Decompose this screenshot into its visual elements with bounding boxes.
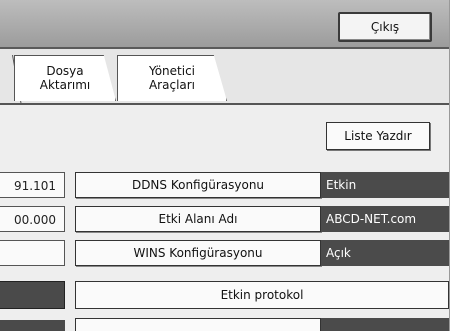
domain-name-button[interactable]: Etki Alanı Adı (75, 206, 321, 232)
active-protocol-button[interactable]: Etkin protokol (75, 281, 449, 309)
ddns-config-value: Etkin (321, 172, 449, 198)
ip-address-cell[interactable]: 91.101 (0, 172, 65, 198)
right-scrollbar[interactable] (449, 0, 457, 331)
tab-file-transfer-line2: Aktarımı (39, 78, 91, 92)
tab-admin-tools-line1: Yönetici (148, 64, 196, 78)
tab-file-transfer-line1: Dosya (46, 64, 84, 78)
partial-row-button[interactable] (75, 318, 321, 331)
left-dark-cell (0, 281, 65, 309)
wins-config-value: Açık (321, 240, 449, 266)
print-list-button[interactable]: Liste Yazdır (326, 122, 430, 150)
tab-file-transfer[interactable]: Dosya Aktarımı (14, 55, 116, 101)
domain-name-value: ABCD-NET.com (321, 206, 449, 232)
tab-bar: Dosya Aktarımı Yönetici Araçları (0, 49, 449, 103)
top-bar: Çıkış (0, 0, 449, 49)
wins-config-button[interactable]: WINS Konfigürasyonu (75, 240, 321, 266)
tab-admin-tools-line2: Araçları (148, 78, 196, 92)
ddns-config-button[interactable]: DDNS Konfigürasyonu (75, 172, 321, 198)
tab-admin-tools[interactable]: Yönetici Araçları (117, 55, 227, 101)
bottom-left-cell (0, 320, 65, 331)
gateway-cell[interactable] (0, 240, 65, 266)
subnet-mask-cell[interactable]: 00.000 (0, 206, 65, 232)
partial-row-value (321, 318, 449, 331)
exit-button[interactable]: Çıkış (338, 12, 432, 42)
